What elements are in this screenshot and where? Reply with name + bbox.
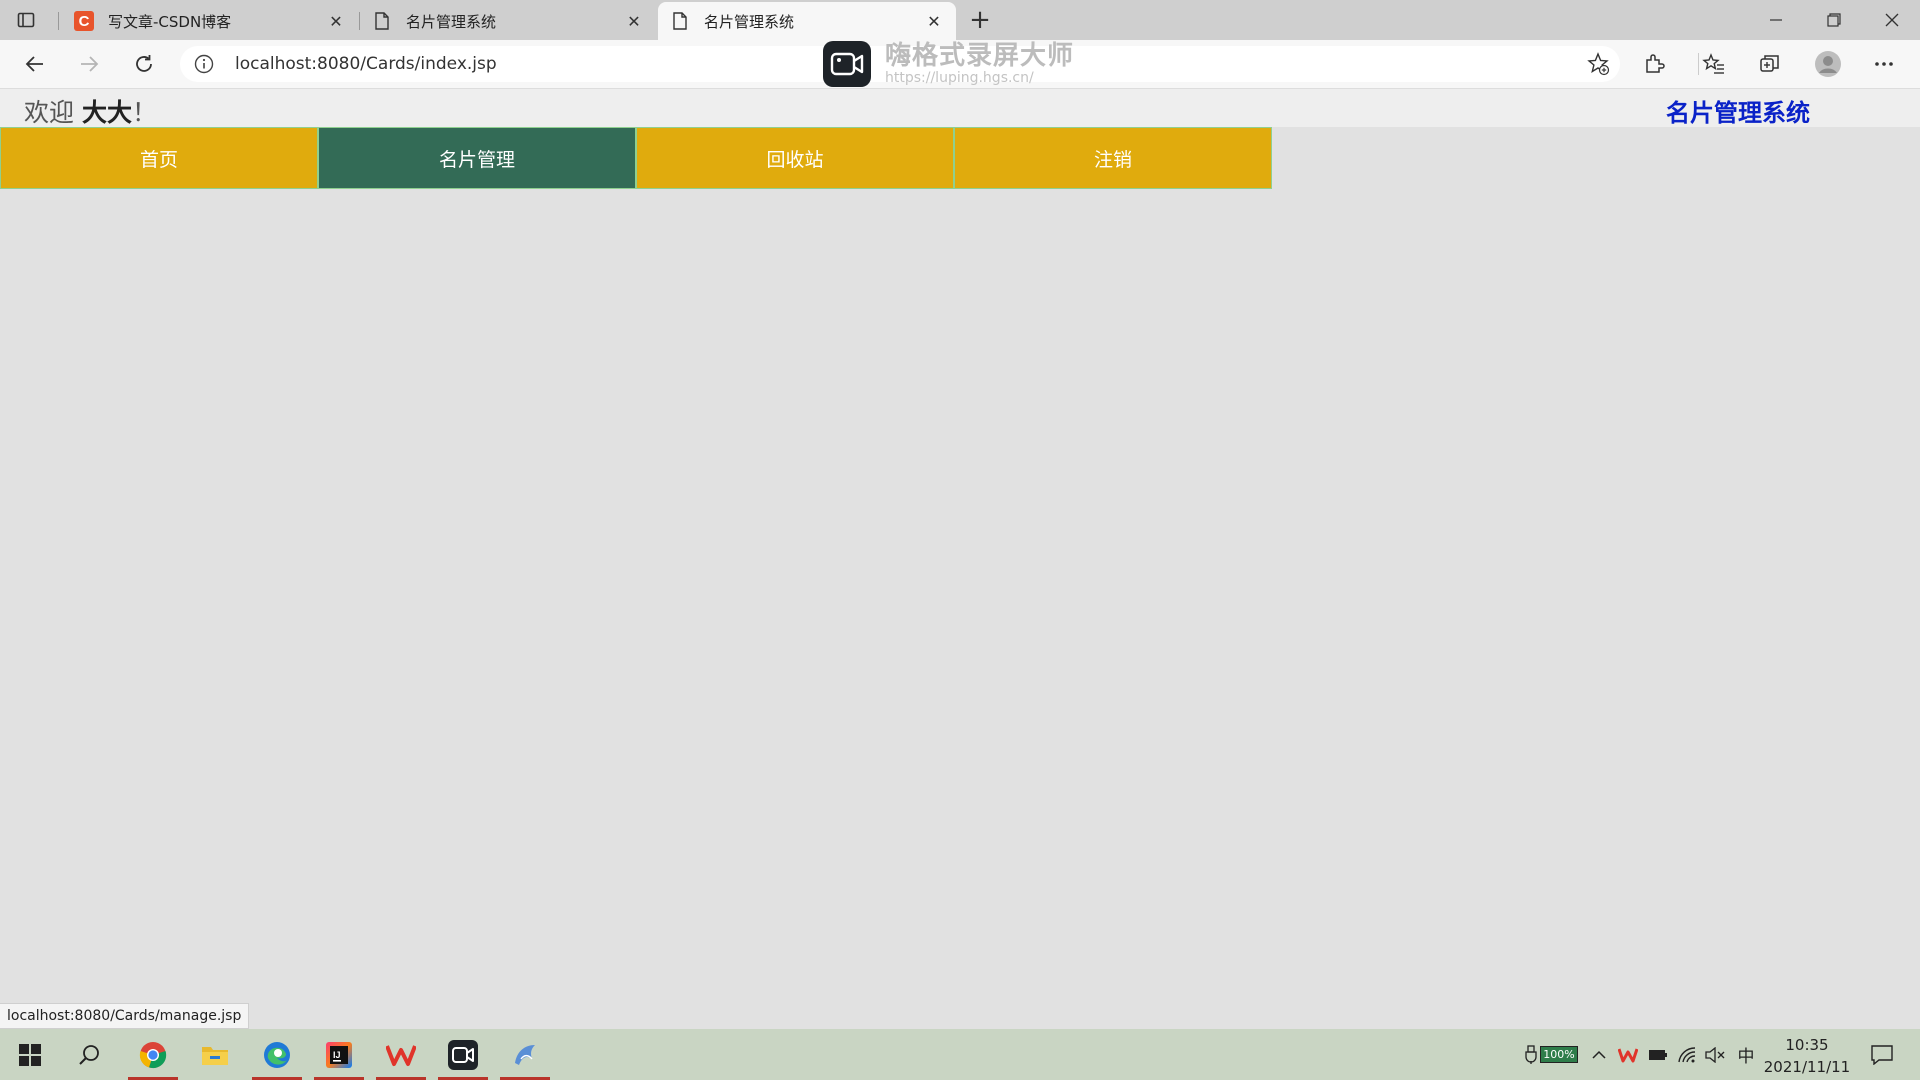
volume-muted-icon[interactable] [1702,1029,1728,1080]
close-tab-icon[interactable]: ✕ [326,11,346,31]
favorites-icon[interactable] [1698,48,1730,80]
minimize-icon[interactable] [1748,0,1804,40]
watermark-url: https://luping.hgs.cn/ [885,70,1034,86]
search-icon[interactable] [64,1033,114,1077]
link-status-url: localhost:8080/Cards/manage.jsp [0,1003,250,1029]
page-icon [372,11,392,31]
back-icon[interactable] [18,48,50,80]
main-menu: 首页 名片管理 回收站 注销 [0,127,1272,189]
wifi-icon[interactable] [1674,1029,1700,1080]
menu-item-recycle-bin[interactable]: 回收站 [636,127,954,189]
new-tab-button[interactable]: + [966,5,994,35]
tab-title: 名片管理系统 [406,12,497,31]
clock-time: 10:35 [1785,1036,1829,1054]
screen-recorder-icon[interactable] [438,1029,488,1080]
show-hidden-icons-chevron-up-icon[interactable] [1586,1029,1612,1080]
forward-icon[interactable] [74,48,106,80]
menu-item-home[interactable]: 首页 [0,127,318,189]
notification-center-icon[interactable] [1862,1029,1902,1080]
page-icon [670,11,690,31]
start-windows-icon[interactable] [5,1033,55,1077]
tab-actions-icon[interactable] [14,8,38,32]
csdn-icon: C [74,11,94,31]
more-menu-icon[interactable] [1868,48,1900,80]
welcome-prefix: 欢迎 [24,98,75,127]
url-text: localhost:8080/Cards/index.jsp [235,54,497,74]
page-content: 欢迎 大大！ 名片管理系统 首页 名片管理 回收站 注销 localhost:8… [0,89,1920,1029]
dolphin-app-icon[interactable] [500,1029,550,1080]
menu-item-logout[interactable]: 注销 [954,127,1272,189]
edge-icon[interactable] [252,1029,302,1080]
battery-indicator[interactable]: 100% [1521,1029,1581,1080]
file-explorer-icon[interactable] [190,1029,240,1080]
recorder-camera-icon [823,41,871,87]
user-name: 大大 [81,98,132,127]
restore-icon[interactable] [1806,0,1862,40]
wps-tray-icon[interactable] [1614,1029,1642,1080]
recorder-watermark: 嗨格式录屏大师 https://luping.hgs.cn/ [823,40,1074,88]
tab-cards-1[interactable]: 名片管理系统 ✕ [360,2,656,40]
collections-icon[interactable] [1754,48,1786,80]
info-icon[interactable] [194,54,214,74]
battery-icon[interactable] [1644,1029,1672,1080]
profile-avatar[interactable] [1812,48,1844,80]
svg-text:C: C [79,13,90,30]
taskbar: IJ 100% 中 10:35 2021/11/11 [0,1029,1920,1080]
add-favorite-icon[interactable] [1586,52,1610,76]
clock[interactable]: 10:35 2021/11/11 [1762,1034,1852,1078]
svg-text:IJ: IJ [333,1050,341,1060]
menu-item-card-management[interactable]: 名片管理 [318,127,636,189]
welcome-suffix: ！ [131,98,157,127]
battery-percent: 100% [1540,1046,1578,1063]
welcome-bar: 欢迎 大大！ 名片管理系统 [0,89,1920,127]
tab-separator [58,12,59,30]
tab-cards-active[interactable]: 名片管理系统 ✕ [658,2,956,40]
watermark-title: 嗨格式录屏大师 [885,41,1075,71]
close-tab-icon[interactable]: ✕ [624,11,644,31]
wps-office-icon[interactable] [376,1029,426,1080]
chrome-icon[interactable] [128,1029,178,1080]
system-title: 名片管理系统 [1666,99,1810,127]
refresh-icon[interactable] [128,48,160,80]
extensions-icon[interactable] [1638,48,1670,80]
tab-title: 写文章-CSDN博客 [108,12,232,31]
close-tab-icon[interactable]: ✕ [924,11,944,31]
welcome-message: 欢迎 大大！ [24,93,157,129]
tab-title: 名片管理系统 [704,12,795,31]
clock-date: 2021/11/11 [1763,1058,1851,1076]
input-method-indicator[interactable]: 中 [1732,1029,1760,1080]
close-window-icon[interactable] [1864,0,1920,40]
intellij-idea-icon[interactable]: IJ [314,1029,364,1080]
tab-csdn[interactable]: C 写文章-CSDN博客 ✕ [62,2,358,40]
browser-tab-strip: C 写文章-CSDN博客 ✕ 名片管理系统 ✕ 名片管理系统 ✕ + [0,0,1920,40]
